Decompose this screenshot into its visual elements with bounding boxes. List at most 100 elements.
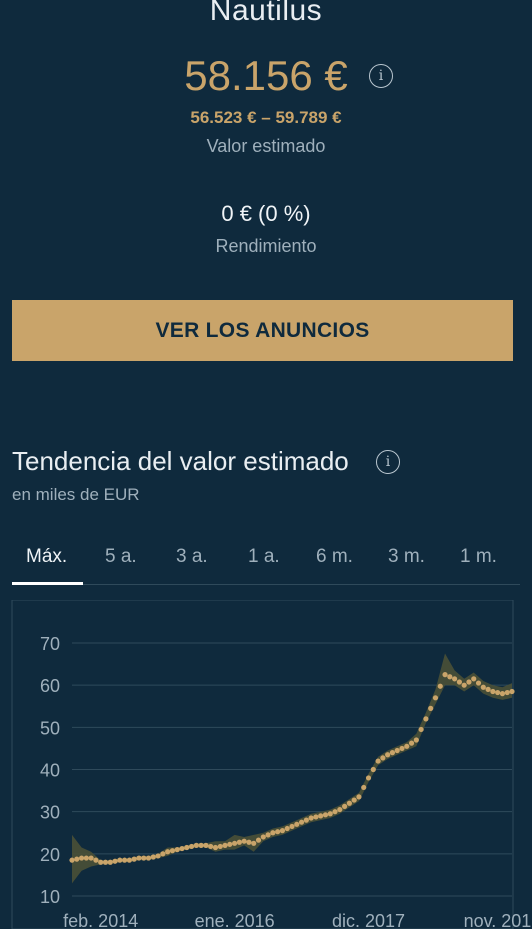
info-icon[interactable]: i (369, 64, 393, 88)
tab-max[interactable]: Máx. (26, 546, 67, 568)
y-tick-label: 40 (40, 761, 60, 781)
x-tick-label: dic. 2017 (332, 911, 405, 929)
data-point (270, 830, 276, 836)
data-point (246, 839, 252, 845)
data-point (203, 842, 209, 848)
data-point (318, 813, 324, 819)
tab-1-month[interactable]: 1 m. (460, 546, 497, 568)
data-point (236, 839, 242, 845)
tab-5-years[interactable]: 5 a. (105, 546, 137, 568)
tab-1-year[interactable]: 1 a. (248, 546, 280, 568)
x-tick-label: nov. 2019 (464, 911, 532, 929)
data-point (279, 828, 286, 834)
data-point (423, 716, 429, 722)
data-point (428, 705, 434, 711)
data-point (490, 688, 496, 695)
tabs-divider (12, 584, 520, 585)
data-point (499, 691, 506, 697)
data-point (169, 848, 176, 854)
tab-3-months[interactable]: 3 m. (388, 546, 425, 568)
data-point (452, 676, 458, 682)
data-point (112, 858, 118, 864)
price-range: 56.523 € – 59.789 € (190, 108, 342, 127)
data-point (208, 843, 214, 850)
y-tick-label: 10 (40, 887, 60, 907)
data-point (145, 855, 152, 861)
x-tick-label: ene. 2016 (195, 911, 275, 929)
data-point (461, 682, 467, 688)
trend-chart: 10 20 30 40 50 60 70 feb. 2014 ene. 2016 dic. 201… (11, 600, 532, 929)
data-point (294, 821, 300, 827)
data-point (475, 680, 482, 686)
data-point (222, 842, 228, 848)
data-point (432, 695, 439, 701)
yield-value: 0 € (0 %) (221, 201, 311, 226)
y-tick-label: 50 (40, 718, 60, 738)
data-point (212, 844, 219, 851)
data-point (442, 672, 448, 678)
data-point (78, 855, 85, 861)
data-point (509, 688, 515, 695)
data-point (227, 841, 233, 847)
data-point (313, 814, 319, 820)
data-point (174, 847, 180, 853)
active-tab-indicator (12, 582, 83, 585)
data-point (327, 811, 333, 817)
data-point (88, 855, 94, 861)
data-point (98, 859, 104, 865)
data-point (284, 825, 290, 832)
y-tick-label: 20 (40, 845, 60, 865)
data-point (385, 752, 391, 758)
data-point (322, 812, 329, 818)
estimated-price: 58.156 € (184, 52, 348, 99)
data-point (126, 857, 132, 863)
data-point (260, 834, 266, 840)
data-point (418, 726, 424, 733)
data-point (356, 794, 362, 800)
data-point (380, 755, 386, 761)
data-point (375, 758, 381, 764)
data-point (217, 843, 223, 850)
yield-caption: Rendimiento (215, 236, 317, 256)
trend-unit: en miles de EUR (12, 485, 140, 504)
data-point (471, 676, 477, 682)
data-point (150, 854, 156, 860)
data-point (265, 832, 271, 838)
data-point (107, 859, 113, 865)
data-point (370, 766, 376, 773)
property-title: Nautilus (209, 0, 323, 27)
data-point (131, 856, 137, 862)
data-point (141, 855, 147, 861)
data-point (485, 686, 491, 692)
data-point (74, 856, 80, 862)
data-point (160, 851, 166, 857)
tab-6-months[interactable]: 6 m. (316, 546, 353, 568)
data-point (93, 857, 99, 863)
plot-frame (11, 600, 514, 929)
data-point (188, 843, 195, 850)
data-point (504, 689, 510, 696)
data-point (69, 857, 75, 863)
data-point (289, 823, 295, 830)
x-tick-label: feb. 2014 (63, 911, 138, 929)
data-point (184, 844, 190, 851)
data-point (198, 842, 204, 848)
price-caption: Valor estimado (206, 136, 326, 156)
data-point (232, 840, 238, 846)
data-point (480, 684, 486, 690)
data-point (255, 837, 262, 843)
y-tick-label: 30 (40, 803, 60, 823)
data-point (136, 855, 142, 861)
view-listings-button[interactable]: VER LOS ANUNCIOS (12, 300, 513, 361)
data-point (346, 800, 352, 806)
data-point (251, 840, 257, 846)
info-icon[interactable]: i (376, 450, 400, 474)
data-point (361, 784, 367, 791)
data-point (155, 853, 161, 859)
data-point (404, 743, 410, 749)
data-point (241, 838, 247, 844)
data-point (399, 745, 405, 752)
data-point (437, 683, 443, 689)
tab-3-years[interactable]: 3 a. (176, 546, 208, 568)
data-point (298, 819, 305, 825)
